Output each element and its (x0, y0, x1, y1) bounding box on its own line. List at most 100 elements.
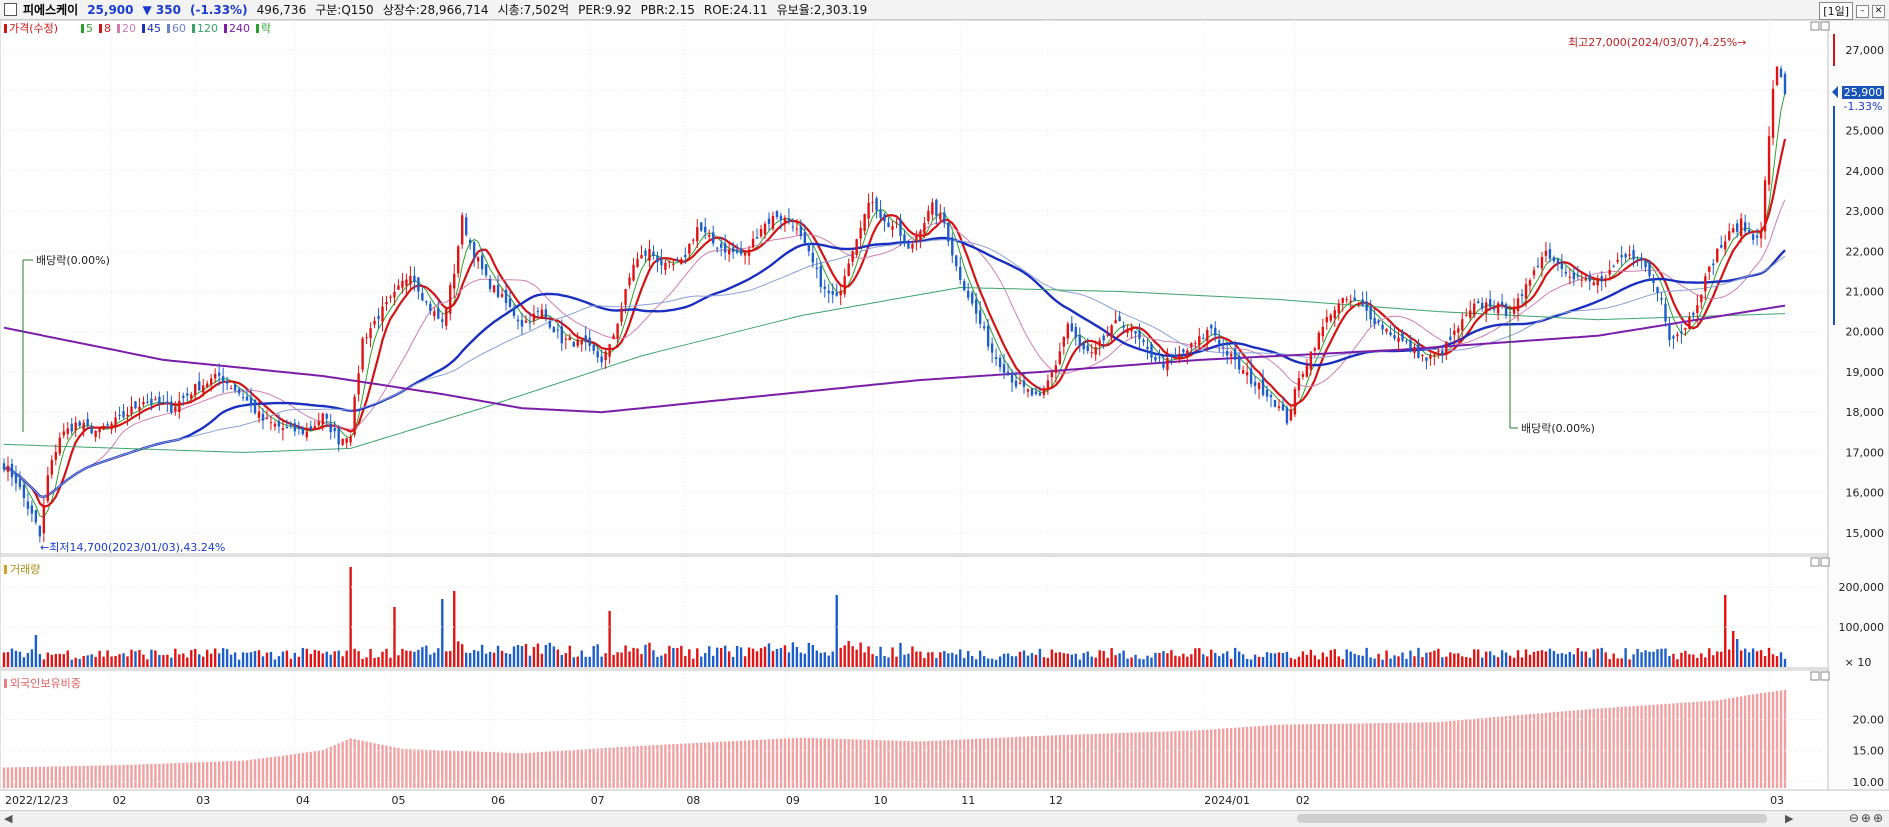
stock-chart[interactable]: 가격(수정) 5 8 20 45 60 120 240 락 거래량 외국인보유비중 배당락(0.… (0, 20, 1889, 810)
volume-bar (759, 648, 763, 667)
volume-bar (672, 647, 675, 667)
volume-bar (783, 645, 787, 667)
volume-bar (1022, 650, 1026, 667)
foreign-bar (229, 761, 233, 788)
volume-bar (437, 648, 440, 667)
volume-bar (277, 656, 281, 667)
foreign-bar (78, 765, 81, 788)
scroll-thumb[interactable] (1297, 814, 1767, 823)
volume-bar (1317, 659, 1321, 667)
stock-name[interactable]: 피에스케이 (23, 1, 78, 18)
volume-bar (1732, 631, 1735, 667)
foreign-bar (1325, 723, 1328, 788)
volume-bar (1237, 651, 1241, 667)
volume-bar (46, 652, 50, 667)
volume-bar (34, 635, 38, 667)
volume-bar (1186, 656, 1189, 667)
foreign-bar (50, 766, 54, 788)
foreign-bar (1074, 734, 1077, 788)
foreign-bar (1496, 716, 1500, 788)
volume-bar (449, 651, 452, 667)
volume-bar (1556, 653, 1560, 667)
volume-bar (763, 646, 767, 667)
market-cap: 시총:7,502억 (497, 3, 570, 17)
volume-bar (1484, 651, 1488, 667)
foreign-bar (1293, 724, 1297, 788)
volume-bar (648, 642, 651, 667)
foreign-bar (1393, 722, 1396, 788)
foreign-bar (457, 750, 460, 788)
foreign-bar (102, 765, 105, 788)
volume-bar (1134, 654, 1137, 667)
scroll-right-icon[interactable]: ▶ (1785, 812, 1793, 825)
foreign-bar (1425, 722, 1428, 788)
foreign-bar (1668, 703, 1671, 788)
volume-bar (1477, 649, 1480, 667)
horizontal-scrollbar[interactable]: ◀ ▶ ⊖⊕⊕ (0, 810, 1889, 827)
volume-bar (767, 643, 771, 667)
close-icon[interactable]: ✕ (1872, 4, 1885, 18)
volume-bar (879, 646, 882, 667)
foreign-bar (803, 737, 807, 788)
volume-bar (453, 591, 456, 667)
dividend-label-2: 배당락(0.00%) (1521, 422, 1595, 435)
volume-bar (1668, 656, 1671, 667)
period-selector[interactable]: [1일] (1819, 2, 1853, 20)
volume-bar (739, 647, 743, 667)
volume-bar (1437, 648, 1440, 667)
foreign-bar (241, 760, 245, 788)
volume-bar (1763, 656, 1767, 667)
foreign-bar (1759, 693, 1763, 788)
volume-bar (1672, 653, 1675, 667)
volume-bar (1469, 657, 1472, 667)
price-change-pct: (-1.33%) (189, 2, 248, 17)
volume-bar (552, 646, 556, 667)
foreign-bar (209, 761, 213, 788)
volume-bar (202, 656, 205, 667)
volume-bar (947, 653, 950, 667)
foreign-bar (309, 751, 312, 788)
volume-bar (50, 654, 54, 667)
foreign-bar (1313, 724, 1317, 788)
window-checkbox[interactable] (4, 3, 17, 16)
volume-bar (317, 650, 320, 667)
volume-bar (289, 658, 293, 667)
volume-bar (1500, 650, 1504, 667)
volume-bar (134, 651, 137, 667)
foreign-bar (1082, 734, 1085, 788)
candle (700, 222, 703, 232)
volume-bar (843, 645, 846, 667)
foreign-bar (955, 739, 958, 788)
volume-bar (217, 653, 221, 667)
volume-bar (1337, 656, 1340, 667)
zoom-controls-icon[interactable]: ⊖⊕⊕ (1849, 811, 1885, 825)
volume-bar (464, 652, 468, 667)
volume-bar (1624, 648, 1627, 667)
foreign-bar (1381, 723, 1384, 788)
foreign-bar (30, 766, 34, 788)
legend-label: 락 (261, 22, 271, 35)
foreign-bar (835, 738, 838, 788)
foreign-bar (1480, 718, 1484, 788)
volume-bar (743, 656, 747, 667)
scroll-left-icon[interactable]: ◀ (4, 812, 12, 825)
volume-bar (433, 652, 436, 667)
volume-bar (664, 653, 667, 667)
foreign-bar (1632, 706, 1635, 788)
minimize-icon[interactable]: – (1856, 4, 1869, 18)
foreign-bar (277, 756, 281, 788)
foreign-bar (1441, 721, 1444, 788)
foreign-bar (887, 740, 890, 788)
volume-bar (723, 645, 727, 667)
foreign-bar (855, 739, 858, 788)
volume-bar (616, 652, 619, 667)
foreign-bar (257, 758, 261, 788)
foreign-bar (931, 740, 934, 788)
retention-value: 유보율:2,303.19 (776, 3, 868, 17)
volume-bar (863, 652, 866, 667)
foreign-bar (1305, 724, 1309, 788)
foreign-bar (198, 762, 201, 788)
foreign-bar (1751, 694, 1755, 788)
volume-bar (1504, 652, 1508, 667)
volume-bar (1365, 647, 1368, 667)
